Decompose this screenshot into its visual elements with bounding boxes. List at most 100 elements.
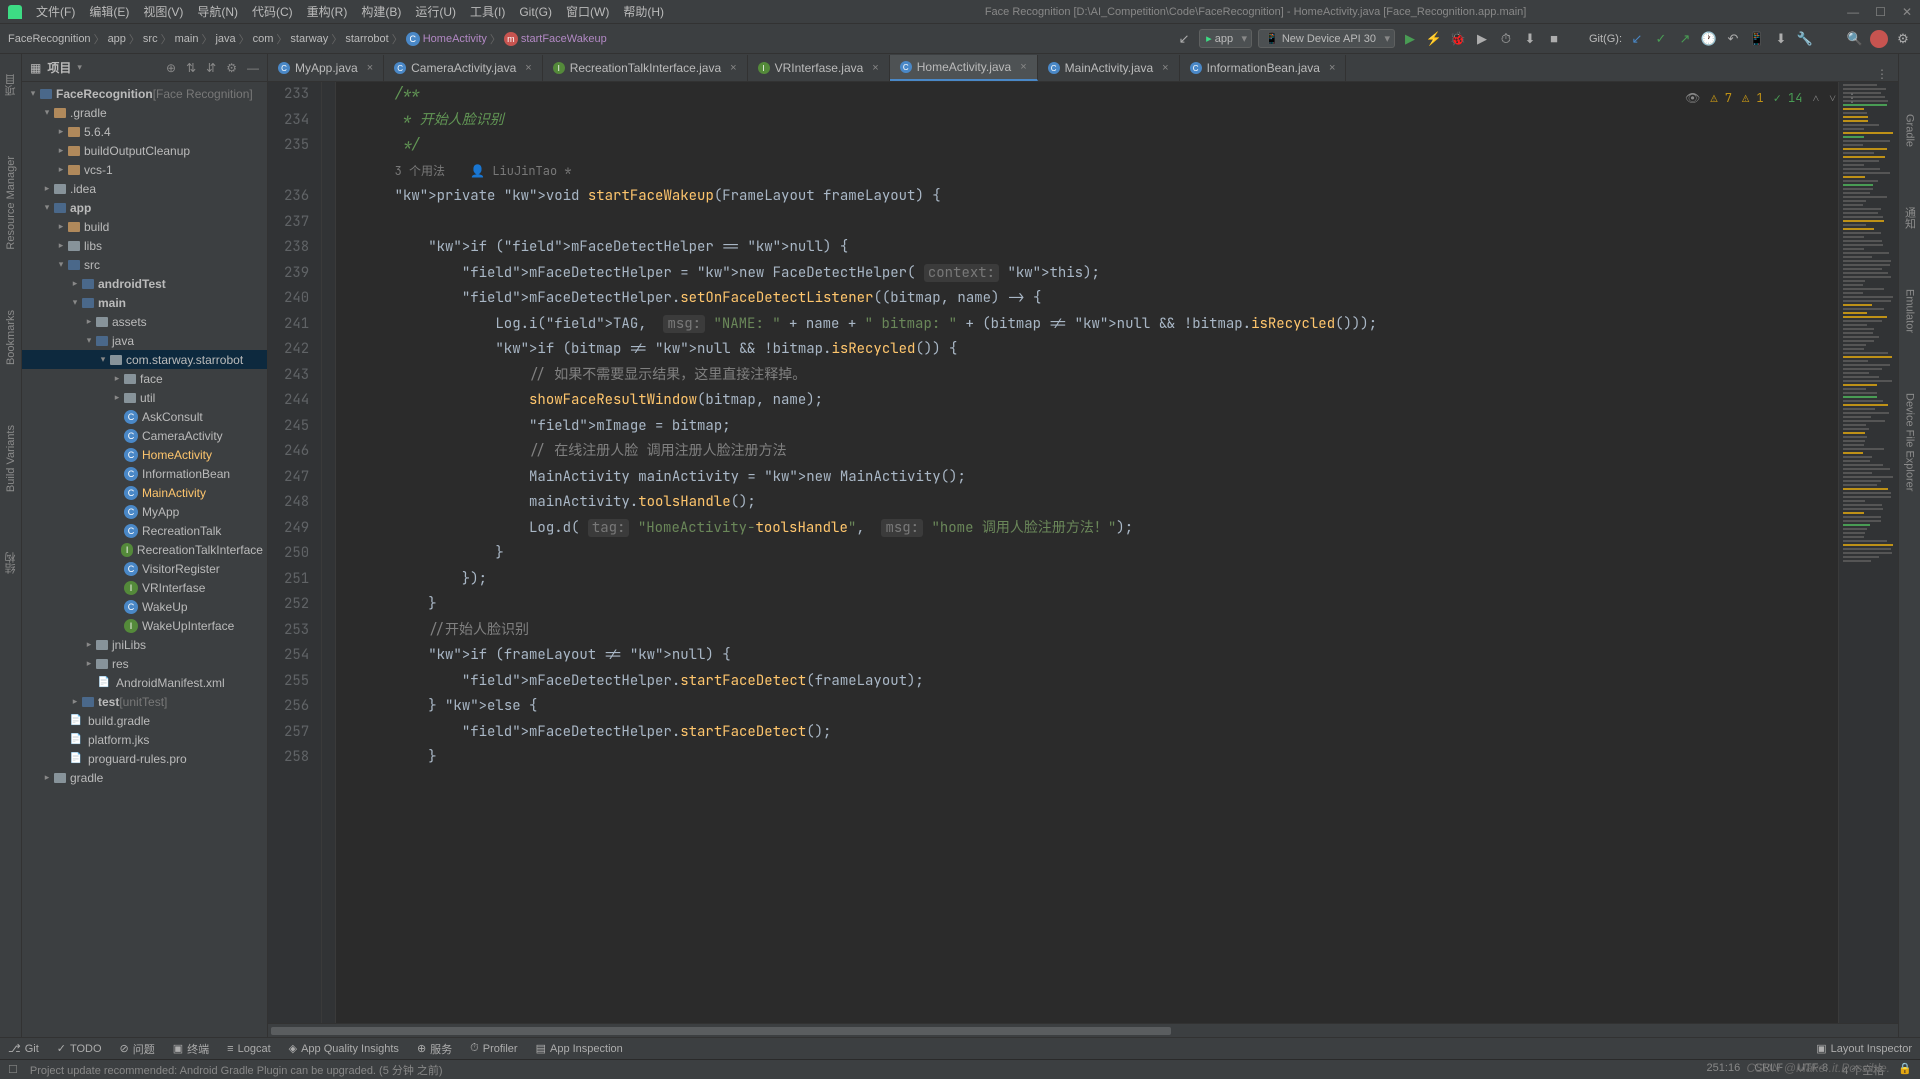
maximize-button[interactable]: ☐ bbox=[1875, 5, 1886, 19]
profile-icon[interactable]: ⏱ bbox=[1497, 30, 1515, 48]
git-commit-icon[interactable]: ✓ bbox=[1652, 30, 1670, 48]
tree-item[interactable]: ▸face bbox=[22, 369, 267, 388]
tabs-more-icon[interactable]: ⋮ bbox=[1866, 67, 1898, 81]
rail-gradle[interactable]: Gradle bbox=[1904, 114, 1916, 147]
avatar[interactable] bbox=[1870, 30, 1888, 48]
run-icon[interactable]: ▶ bbox=[1401, 30, 1419, 48]
horizontal-scrollbar[interactable] bbox=[268, 1023, 1898, 1037]
editor-tab[interactable]: IVRInterfase.java× bbox=[748, 55, 890, 81]
menu-refactor[interactable]: 重构(R) bbox=[307, 3, 348, 20]
tree-item[interactable]: CRecreationTalk bbox=[22, 521, 267, 540]
tree-item[interactable]: IWakeUpInterface bbox=[22, 616, 267, 635]
tree-item[interactable]: ▸.idea bbox=[22, 179, 267, 198]
menu-view[interactable]: 视图(V) bbox=[143, 3, 183, 20]
bottom-tool-app-inspection[interactable]: ▤App Inspection bbox=[536, 1041, 623, 1057]
rail-resource-manager[interactable]: Resource Manager bbox=[5, 156, 17, 250]
tree-item[interactable]: ▾java bbox=[22, 331, 267, 350]
status-message[interactable]: Project update recommended: Android Grad… bbox=[30, 1062, 443, 1078]
breadcrumb[interactable]: FaceRecognition〉 app〉 src〉 main〉 java〉 c… bbox=[8, 31, 607, 47]
menu-edit[interactable]: 编辑(E) bbox=[89, 3, 129, 20]
bottom-tool-app-quality-insights[interactable]: ◈App Quality Insights bbox=[289, 1041, 399, 1057]
status-icon[interactable]: ☐ bbox=[8, 1063, 18, 1076]
apply-changes-icon[interactable]: ⚡ bbox=[1425, 30, 1443, 48]
tree-item[interactable]: ▸assets bbox=[22, 312, 267, 331]
minimize-button[interactable]: — bbox=[1847, 5, 1859, 19]
tree-item[interactable]: 📄build.gradle bbox=[22, 711, 267, 730]
collapse-icon[interactable]: ⇵ bbox=[206, 61, 216, 75]
project-tree[interactable]: ▾FaceRecognition [Face Recognition]▾.gra… bbox=[22, 82, 267, 1037]
inspection-widget[interactable]: 👁 ⚠ 7 ⚠ 1 ✓ 14 ˄ ˅ ⋮ bbox=[1685, 86, 1858, 112]
debug-icon[interactable]: 🐞 bbox=[1449, 30, 1467, 48]
rail-emulator[interactable]: Emulator bbox=[1904, 289, 1916, 333]
inspection-down-icon[interactable]: ˅ bbox=[1829, 86, 1836, 112]
inspection-up-icon[interactable]: ˄ bbox=[1812, 86, 1819, 112]
close-icon[interactable]: × bbox=[367, 62, 373, 74]
menu-window[interactable]: 窗口(W) bbox=[566, 3, 609, 20]
bottom-tool-git[interactable]: ⎇Git bbox=[8, 1041, 39, 1057]
rail-device-explorer[interactable]: Device File Explorer bbox=[1904, 393, 1916, 491]
git-rollback-icon[interactable]: ↶ bbox=[1724, 30, 1742, 48]
stop-icon[interactable]: ■ bbox=[1545, 30, 1563, 48]
tree-root[interactable]: ▾FaceRecognition [Face Recognition] bbox=[22, 84, 267, 103]
tree-item[interactable]: CMainActivity bbox=[22, 483, 267, 502]
editor-tab[interactable]: CCameraActivity.java× bbox=[384, 55, 543, 81]
rail-notifications[interactable]: 通知 bbox=[1902, 207, 1918, 229]
close-icon[interactable]: × bbox=[730, 62, 736, 74]
tree-item[interactable]: IVRInterfase bbox=[22, 578, 267, 597]
tree-item[interactable]: ▸buildOutputCleanup bbox=[22, 141, 267, 160]
tree-item[interactable]: 📄proguard-rules.pro bbox=[22, 749, 267, 768]
tree-item[interactable]: ▾.gradle bbox=[22, 103, 267, 122]
tree-item[interactable]: ▾main bbox=[22, 293, 267, 312]
tree-item[interactable]: ▾com.starway.starrobot bbox=[22, 350, 267, 369]
git-history-icon[interactable]: 🕐 bbox=[1700, 30, 1718, 48]
editor-tab[interactable]: CMainActivity.java× bbox=[1038, 55, 1180, 81]
rail-structure[interactable]: 结构 bbox=[3, 552, 19, 574]
tree-item[interactable]: CInformationBean bbox=[22, 464, 267, 483]
sync-icon[interactable]: ↙ bbox=[1175, 30, 1193, 48]
close-icon[interactable]: × bbox=[525, 62, 531, 74]
tree-item[interactable]: ▸res bbox=[22, 654, 267, 673]
avd-icon[interactable]: 📱 bbox=[1748, 30, 1766, 48]
tree-item[interactable]: ▸jniLibs bbox=[22, 635, 267, 654]
bottom-tool-问题[interactable]: ⊘问题 bbox=[120, 1041, 155, 1057]
close-icon[interactable]: × bbox=[872, 62, 878, 74]
hide-icon[interactable]: — bbox=[247, 61, 259, 75]
code-editor[interactable]: /** * 开始人脸识别 */ 3 个用法 👤 LiuJinTao * "kw"… bbox=[336, 82, 1838, 1023]
close-icon[interactable]: × bbox=[1020, 61, 1026, 73]
ide-settings-icon[interactable]: ⚙ bbox=[1894, 30, 1912, 48]
menu-file[interactable]: 文件(F) bbox=[36, 3, 75, 20]
tree-item[interactable]: 📄platform.jks bbox=[22, 730, 267, 749]
attach-icon[interactable]: ⬇ bbox=[1521, 30, 1539, 48]
menu-build[interactable]: 构建(B) bbox=[361, 3, 401, 20]
expand-icon[interactable]: ⇅ bbox=[186, 61, 196, 75]
tree-item[interactable]: 📄AndroidManifest.xml bbox=[22, 673, 267, 692]
tree-item[interactable]: CAskConsult bbox=[22, 407, 267, 426]
sdk-icon[interactable]: ⬇ bbox=[1772, 30, 1790, 48]
menu-run[interactable]: 运行(U) bbox=[415, 3, 456, 20]
search-icon[interactable]: 🔍 bbox=[1846, 30, 1864, 48]
caret-position[interactable]: 251:16 bbox=[1707, 1062, 1741, 1078]
tree-item[interactable]: ▸gradle bbox=[22, 768, 267, 787]
editor-tab[interactable]: CInformationBean.java× bbox=[1180, 55, 1347, 81]
editor-tab[interactable]: CHomeActivity.java× bbox=[890, 55, 1038, 81]
settings-icon[interactable]: 🔧 bbox=[1796, 30, 1814, 48]
line-gutter[interactable]: 233234235 236237238239240241242243244245… bbox=[268, 82, 322, 1023]
run-config-dropdown[interactable]: ▸ app bbox=[1199, 29, 1252, 48]
coverage-icon[interactable]: ▶ bbox=[1473, 30, 1491, 48]
tree-item[interactable]: ▸5.6.4 bbox=[22, 122, 267, 141]
rail-bookmarks[interactable]: Bookmarks bbox=[5, 310, 17, 365]
locate-icon[interactable]: ⊕ bbox=[166, 61, 176, 75]
menu-tools[interactable]: 工具(I) bbox=[470, 3, 505, 20]
layout-inspector-button[interactable]: ▣ Layout Inspector bbox=[1816, 1042, 1912, 1055]
bottom-tool-todo[interactable]: ✓TODO bbox=[57, 1041, 102, 1057]
tree-item[interactable]: ▾src bbox=[22, 255, 267, 274]
bottom-tool-终端[interactable]: ▣终端 bbox=[173, 1041, 209, 1057]
gear-icon[interactable]: ⚙ bbox=[226, 61, 237, 75]
bottom-tool-logcat[interactable]: ≡Logcat bbox=[227, 1041, 270, 1057]
tree-item[interactable]: ▸libs bbox=[22, 236, 267, 255]
tree-item[interactable]: ▸vcs-1 bbox=[22, 160, 267, 179]
tree-item[interactable]: ▸build bbox=[22, 217, 267, 236]
editor-tab[interactable]: CMyApp.java× bbox=[268, 55, 384, 81]
tree-item[interactable]: CMyApp bbox=[22, 502, 267, 521]
reader-mode-icon[interactable]: 👁 bbox=[1685, 86, 1700, 112]
